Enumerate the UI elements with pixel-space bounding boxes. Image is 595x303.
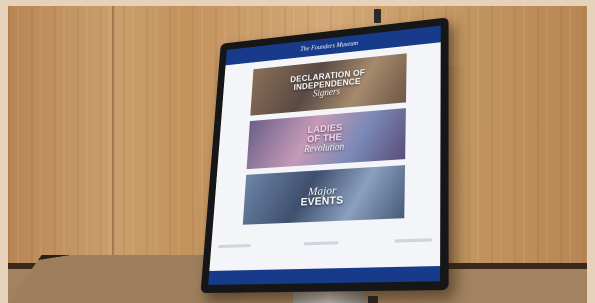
tile-line: Events bbox=[300, 194, 344, 209]
kiosk-screen[interactable]: The Founders Museum Declaration of Indep… bbox=[208, 25, 441, 285]
wall-mount bbox=[374, 9, 381, 23]
tile-script: Signers bbox=[312, 86, 341, 100]
kiosk: The Founders Museum Declaration of Indep… bbox=[200, 17, 449, 294]
faint-text bbox=[394, 238, 432, 243]
tile-major-events[interactable]: Major Events bbox=[242, 165, 406, 225]
tile-declaration-signers[interactable]: Declaration of Independence Signers bbox=[250, 53, 407, 116]
faint-text bbox=[303, 241, 338, 246]
secondary-row bbox=[218, 238, 432, 255]
tile-script: Revolution bbox=[303, 141, 345, 156]
museum-name: The Founders Museum bbox=[300, 39, 359, 53]
tile-ladies-revolution[interactable]: Ladies of the Revolution bbox=[246, 108, 406, 170]
faint-text bbox=[218, 244, 251, 249]
wall-corner bbox=[112, 6, 116, 276]
photo: The Founders Museum Declaration of Indep… bbox=[8, 6, 587, 303]
floor-outlet bbox=[368, 296, 378, 303]
